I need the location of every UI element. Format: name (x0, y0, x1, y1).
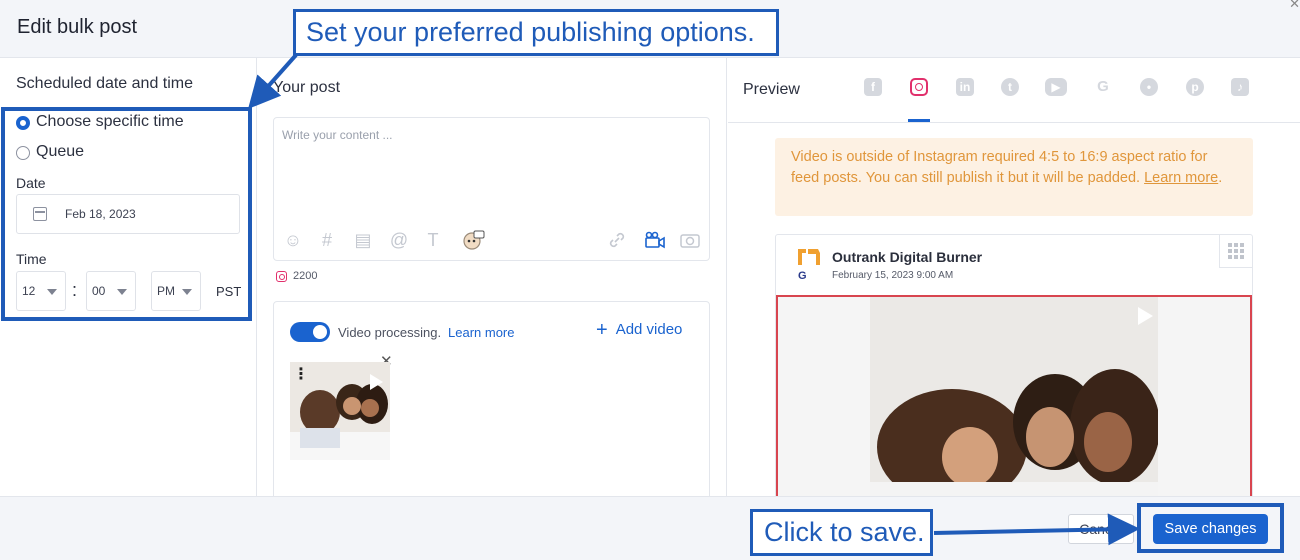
play-icon (370, 374, 383, 390)
media-preview-frame (776, 295, 1252, 503)
tab-reddit[interactable]: • (1137, 78, 1161, 106)
tab-pinterest[interactable]: p (1183, 78, 1207, 106)
highlight-schedule-options (1, 107, 252, 321)
emoji-icon[interactable]: ☺ (282, 229, 304, 251)
tab-instagram[interactable] (907, 78, 931, 106)
play-icon (1138, 307, 1153, 325)
video-processing-toggle[interactable] (290, 322, 330, 342)
schedule-title: Scheduled date and time (16, 75, 194, 92)
tab-linkedin[interactable]: in (953, 78, 977, 106)
youtube-icon: ▶ (1045, 78, 1067, 96)
tab-google[interactable]: G (1091, 78, 1115, 106)
post-title: Your post (273, 79, 341, 96)
content-editor[interactable]: Write your content ... ☺ # ▤ @ T (273, 117, 710, 261)
plus-icon: + (596, 319, 608, 341)
link-icon[interactable] (606, 229, 628, 251)
post-date: February 15, 2023 9:00 AM (832, 270, 954, 281)
grid-view-icon[interactable] (1219, 235, 1252, 268)
account-name: Outrank Digital Burner (832, 249, 983, 265)
add-video-button[interactable]: + Add video (596, 319, 682, 342)
aspect-ratio-warning: Video is outside of Instagram required 4… (775, 138, 1253, 216)
template-icon[interactable]: ▤ (352, 229, 374, 251)
linkedin-icon: in (956, 78, 974, 96)
cancel-button[interactable]: Cancel (1068, 514, 1134, 544)
tab-twitter[interactable]: t (998, 78, 1022, 106)
video-thumbnail[interactable]: ⋮ (290, 362, 390, 460)
video-processing-learn-more[interactable]: Learn more (448, 325, 514, 340)
facebook-icon: f (864, 78, 882, 96)
instagram-icon (910, 78, 928, 96)
warning-learn-more[interactable]: Learn more (1144, 170, 1218, 186)
media-preview-image (870, 297, 1158, 503)
video-icon[interactable] (643, 229, 667, 251)
warning-end: . (1218, 170, 1223, 186)
mention-icon[interactable]: @ (388, 229, 410, 251)
tiktok-icon: ♪ (1231, 78, 1249, 96)
annotation-bottom: Click to save. (750, 509, 933, 556)
ai-assistant-icon[interactable] (460, 229, 486, 251)
close-icon[interactable]: ✕ (1289, 0, 1300, 12)
modal-title: Edit bulk post (17, 16, 138, 38)
reddit-icon: • (1140, 78, 1158, 96)
tab-facebook[interactable]: f (861, 78, 885, 106)
pinterest-icon: p (1186, 78, 1204, 96)
camera-icon[interactable] (678, 229, 702, 251)
video-section: Video processing. Learn more + Add video … (273, 301, 710, 501)
add-video-label: Add video (615, 321, 683, 338)
svg-text:G: G (798, 270, 807, 281)
instagram-icon (276, 271, 287, 282)
post-preview-card: G Outrank Digital Burner February 15, 20… (775, 234, 1253, 504)
video-processing-label: Video processing. (338, 325, 442, 340)
preview-panel: Preview f in t ▶ G • p ♪ Video is outsid… (728, 58, 1300, 504)
preview-title: Preview (743, 81, 800, 98)
more-vertical-icon[interactable]: ⋮ (293, 364, 309, 384)
annotation-top: Set your preferred publishing options. (293, 9, 779, 56)
hashtag-icon[interactable]: # (316, 229, 338, 251)
content-placeholder: Write your content ... (282, 128, 393, 142)
tab-tiktok[interactable]: ♪ (1228, 78, 1252, 106)
highlight-save-button (1137, 503, 1284, 553)
modal-footer: Cancel Save changes (0, 496, 1300, 560)
google-icon: G (1097, 78, 1109, 95)
tabs-divider (728, 122, 1300, 123)
post-panel: Your post Write your content ... ☺ # ▤ @… (258, 58, 727, 501)
tab-youtube[interactable]: ▶ (1044, 78, 1068, 106)
char-count: 2200 (293, 270, 318, 282)
text-format-icon[interactable]: T (422, 229, 444, 251)
account-logo: G (794, 245, 824, 282)
twitter-icon: t (1001, 78, 1019, 96)
